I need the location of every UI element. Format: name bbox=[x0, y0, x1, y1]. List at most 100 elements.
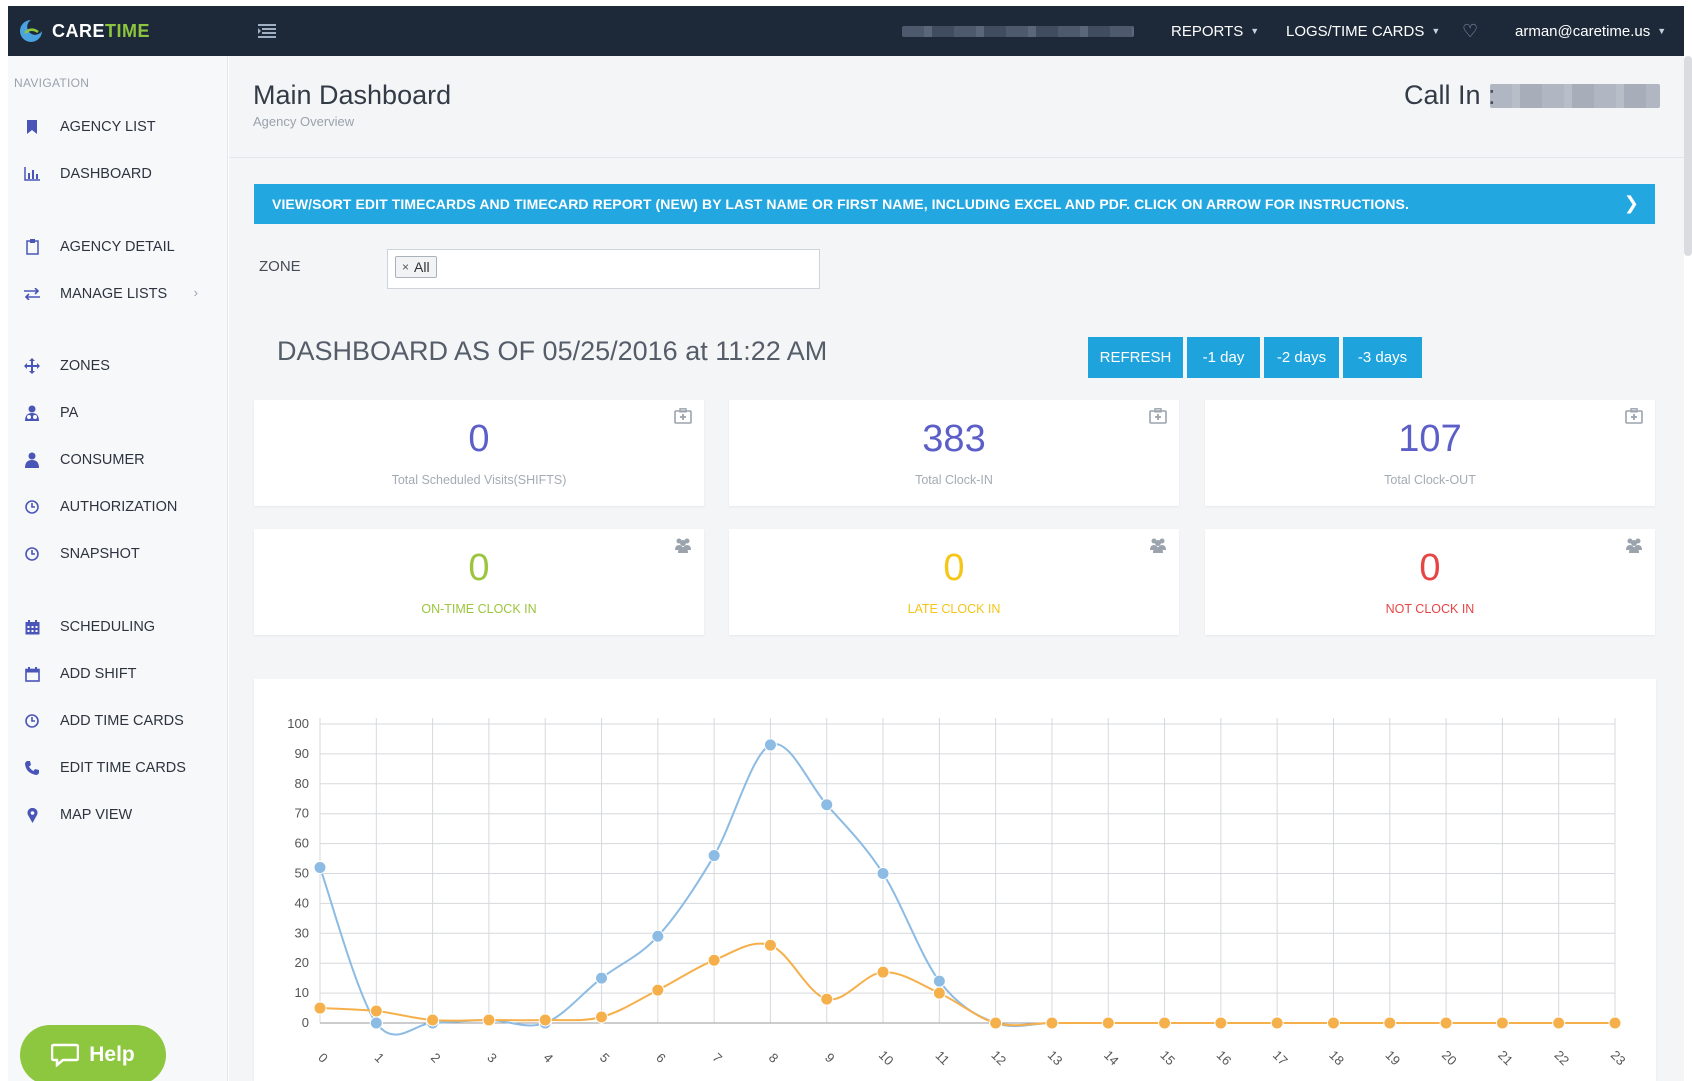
data-point bbox=[651, 983, 665, 997]
clock-icon bbox=[21, 498, 43, 516]
sidebar-item-agency-list[interactable]: AGENCY LIST bbox=[8, 112, 226, 142]
x-tick-label: 4 bbox=[541, 1050, 557, 1066]
data-point bbox=[1326, 1016, 1340, 1030]
y-tick-label: 90 bbox=[295, 746, 309, 761]
redacted-call-in-number bbox=[1490, 84, 1660, 108]
sidebar-item-zones[interactable]: ZONES bbox=[8, 351, 226, 381]
page-scrollbar[interactable] bbox=[1684, 56, 1692, 256]
chevron-right-icon[interactable]: ❯ bbox=[1624, 193, 1639, 214]
logs-timecards-menu[interactable]: LOGS/TIME CARDS ▼ bbox=[1286, 6, 1440, 56]
sidebar-item-add-time-cards[interactable]: ADD TIME CARDS bbox=[8, 706, 226, 736]
sidebar-item-label: DASHBOARD bbox=[60, 166, 152, 182]
sidebar-item-label: MANAGE LISTS bbox=[60, 286, 168, 302]
stat-card-on-time: 0 ON-TIME CLOCK IN bbox=[254, 529, 704, 635]
caret-down-icon: ▼ bbox=[1431, 26, 1441, 36]
sidebar-item-add-shift[interactable]: ADD SHIFT bbox=[8, 659, 226, 689]
caret-down-icon: ▼ bbox=[1250, 26, 1260, 36]
x-tick-label: 15 bbox=[1157, 1047, 1178, 1068]
call-in-label: Call In : bbox=[1404, 80, 1496, 110]
data-point bbox=[876, 867, 890, 880]
data-point bbox=[707, 849, 721, 863]
minus-3-days-button[interactable]: -3 days bbox=[1343, 337, 1422, 378]
series-line-1 bbox=[319, 942, 1615, 1027]
sidebar-item-map-view[interactable]: MAP VIEW bbox=[8, 800, 226, 830]
logs-menu-label: LOGS/TIME CARDS bbox=[1286, 22, 1425, 40]
sidebar-item-consumer[interactable]: CONSUMER bbox=[8, 445, 226, 475]
data-point bbox=[989, 1016, 1003, 1030]
data-point bbox=[1214, 1016, 1228, 1030]
refresh-button[interactable]: REFRESH bbox=[1088, 337, 1183, 378]
reports-menu[interactable]: REPORTS ▼ bbox=[1171, 6, 1259, 56]
brand-name: CARETIME bbox=[52, 20, 151, 41]
user-email: arman@caretime.us bbox=[1515, 22, 1651, 40]
menu-toggle-icon[interactable] bbox=[256, 21, 278, 41]
data-point bbox=[369, 1016, 383, 1030]
stat-label: NOT CLOCK IN bbox=[1385, 602, 1475, 616]
minus-1-day-button[interactable]: -1 day bbox=[1187, 337, 1260, 378]
y-tick-label: 50 bbox=[295, 866, 309, 881]
minus-2-days-button[interactable]: -2 days bbox=[1264, 337, 1339, 378]
help-label: Help bbox=[89, 1043, 135, 1066]
x-tick-label: 14 bbox=[1101, 1047, 1122, 1068]
data-point bbox=[1383, 1016, 1397, 1030]
sidebar-item-dashboard[interactable]: DASHBOARD bbox=[8, 159, 226, 189]
sidebar-item-label: AGENCY DETAIL bbox=[60, 239, 175, 255]
zone-tag[interactable]: × All bbox=[395, 256, 437, 278]
data-point bbox=[1608, 1016, 1622, 1030]
data-point bbox=[313, 1001, 327, 1015]
sidebar-item-pa[interactable]: PA bbox=[8, 398, 226, 428]
x-tick-label: 6 bbox=[653, 1050, 669, 1066]
top-navbar: CARETIME REPORTS ▼ LOGS/TIME CARDS ▼ ♡ arm… bbox=[8, 6, 1684, 56]
x-tick-label: 21 bbox=[1495, 1047, 1516, 1068]
brand-logo[interactable]: CARETIME bbox=[18, 6, 150, 56]
sidebar-item-label: SCHEDULING bbox=[60, 619, 156, 635]
help-button[interactable]: Help bbox=[20, 1025, 166, 1081]
data-point bbox=[707, 953, 721, 967]
stat-label: LATE CLOCK IN bbox=[907, 602, 1001, 616]
caretime-logo-icon bbox=[20, 20, 42, 42]
data-point bbox=[1495, 1016, 1509, 1030]
zone-select[interactable]: × All bbox=[387, 249, 820, 289]
x-tick-label: 12 bbox=[988, 1047, 1009, 1068]
data-point bbox=[369, 1004, 383, 1018]
sidebar-item-edit-time-cards[interactable]: EDIT TIME CARDS bbox=[8, 753, 226, 783]
x-tick-label: 10 bbox=[876, 1047, 897, 1068]
data-point bbox=[1045, 1016, 1059, 1030]
user-menu[interactable]: arman@caretime.us ▼ bbox=[1515, 6, 1666, 56]
stat-value: 383 bbox=[922, 418, 986, 460]
sidebar-item-agency-detail[interactable]: AGENCY DETAIL bbox=[8, 232, 226, 262]
sidebar-item-scheduling[interactable]: SCHEDULING bbox=[8, 612, 226, 642]
favorites-heart-icon[interactable]: ♡ bbox=[1462, 6, 1478, 56]
stat-card-clock-in: 383 Total Clock-IN bbox=[729, 400, 1179, 506]
sidebar-item-label: ZONES bbox=[60, 358, 110, 374]
instructions-banner[interactable]: VIEW/SORT EDIT TIMECARDS AND TIMECARD RE… bbox=[254, 184, 1655, 224]
exchange-icon bbox=[21, 285, 43, 303]
x-tick-label: 20 bbox=[1439, 1047, 1460, 1068]
stat-value: 0 bbox=[1419, 547, 1441, 589]
page-header: Main Dashboard Agency Overview Call In : bbox=[229, 56, 1684, 158]
sidebar-item-snapshot[interactable]: SNAPSHOT bbox=[8, 539, 226, 569]
clipboard-icon bbox=[21, 238, 43, 256]
page-title: Main Dashboard bbox=[253, 80, 452, 110]
stat-value: 0 bbox=[943, 547, 965, 589]
data-point bbox=[1552, 1016, 1566, 1030]
bar-chart-icon bbox=[21, 165, 43, 183]
y-tick-label: 20 bbox=[295, 955, 309, 970]
sidebar-item-authorization[interactable]: AUTHORIZATION bbox=[8, 492, 226, 522]
stat-value: 0 bbox=[468, 418, 490, 460]
data-point bbox=[595, 1010, 609, 1024]
data-point bbox=[313, 861, 327, 875]
data-point bbox=[1270, 1016, 1284, 1030]
sidebar-item-label: SNAPSHOT bbox=[60, 546, 140, 562]
x-tick-label: 8 bbox=[766, 1050, 782, 1066]
user-tie-icon bbox=[21, 404, 43, 422]
series-line-0 bbox=[319, 742, 1615, 1036]
sidebar-item-manage-lists[interactable]: MANAGE LISTS › bbox=[8, 279, 226, 309]
x-tick-label: 9 bbox=[822, 1050, 838, 1066]
phone-icon bbox=[21, 759, 43, 777]
x-tick-label: 7 bbox=[709, 1050, 725, 1066]
y-tick-label: 60 bbox=[295, 836, 309, 851]
y-tick-label: 30 bbox=[295, 925, 309, 940]
remove-tag-icon[interactable]: × bbox=[402, 260, 409, 274]
zone-label: ZONE bbox=[259, 258, 301, 275]
